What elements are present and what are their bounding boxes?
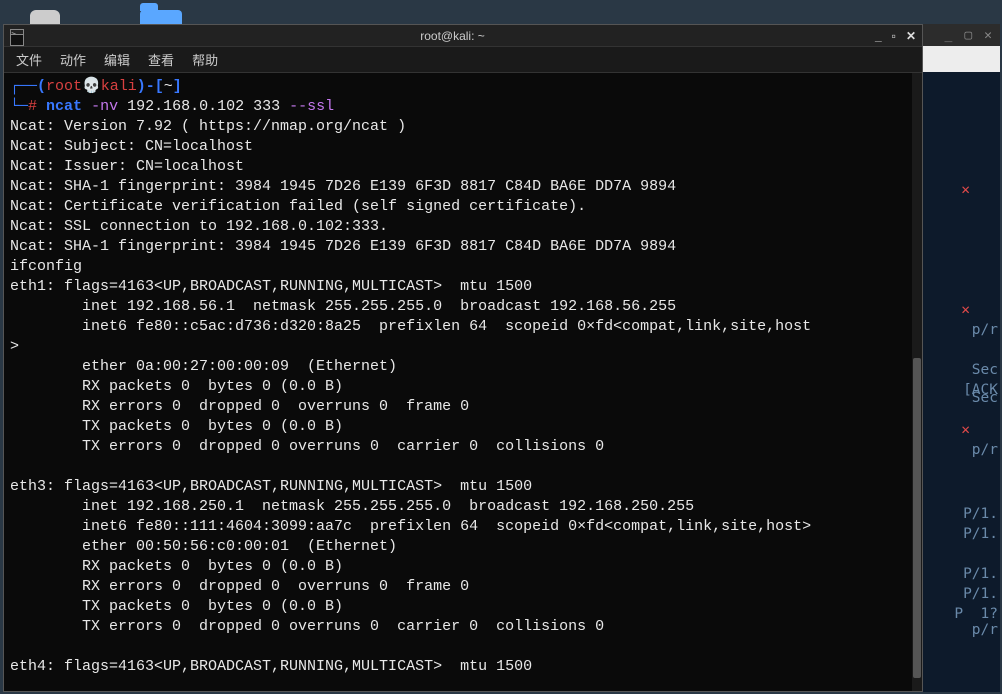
- menu-action[interactable]: 动作: [60, 50, 86, 69]
- notification-close-icon[interactable]: ✕: [961, 300, 970, 320]
- dock-icon[interactable]: [10, 34, 24, 46]
- bg-side-label: P/1.: [963, 504, 998, 524]
- bg-close-button[interactable]: ✕: [984, 28, 992, 43]
- bg-side-label: P/1.: [963, 564, 998, 584]
- bg-side-label: P/1.: [963, 524, 998, 544]
- titlebar[interactable]: >_ root@kali: ~ _ ▫ ✕: [4, 25, 922, 47]
- bg-side-label: p/r: [972, 320, 998, 340]
- maximize-button[interactable]: ▫: [892, 29, 896, 43]
- close-button[interactable]: ✕: [906, 29, 916, 43]
- notification-close-icon[interactable]: ✕: [961, 420, 970, 440]
- scrollbar-thumb[interactable]: [913, 358, 921, 678]
- bg-side-label: P/1.: [963, 584, 998, 604]
- menu-help[interactable]: 帮助: [192, 50, 218, 69]
- terminal-content[interactable]: ┌──(root💀kali)-[~] └─# ncat -nv 192.168.…: [4, 73, 922, 691]
- menu-file[interactable]: 文件: [16, 50, 42, 69]
- bg-side-label: p/r: [972, 620, 998, 640]
- menu-edit[interactable]: 编辑: [104, 50, 130, 69]
- window-title: root@kali: ~: [30, 29, 875, 43]
- notification-close-icon[interactable]: ✕: [961, 180, 970, 200]
- bg-maximize-button[interactable]: ▢: [964, 28, 972, 43]
- terminal-window: >_ root@kali: ~ _ ▫ ✕ 文件 动作 编辑 查看 帮助 ┌──…: [3, 24, 923, 692]
- minimize-button[interactable]: _: [875, 29, 882, 43]
- bg-minimize-button[interactable]: _: [945, 28, 953, 43]
- bg-side-label: Sec: [972, 360, 998, 380]
- scrollbar[interactable]: [912, 73, 922, 691]
- menubar: 文件 动作 编辑 查看 帮助: [4, 47, 922, 73]
- desktop: ▭ _ ▢ ✕ 文件 动作 编辑 查看 帮助 192.168.0.102 nma…: [0, 0, 1002, 694]
- bg-side-label: p/r: [972, 440, 998, 460]
- menu-view[interactable]: 查看: [148, 50, 174, 69]
- bg-side-label: Sec: [972, 388, 998, 408]
